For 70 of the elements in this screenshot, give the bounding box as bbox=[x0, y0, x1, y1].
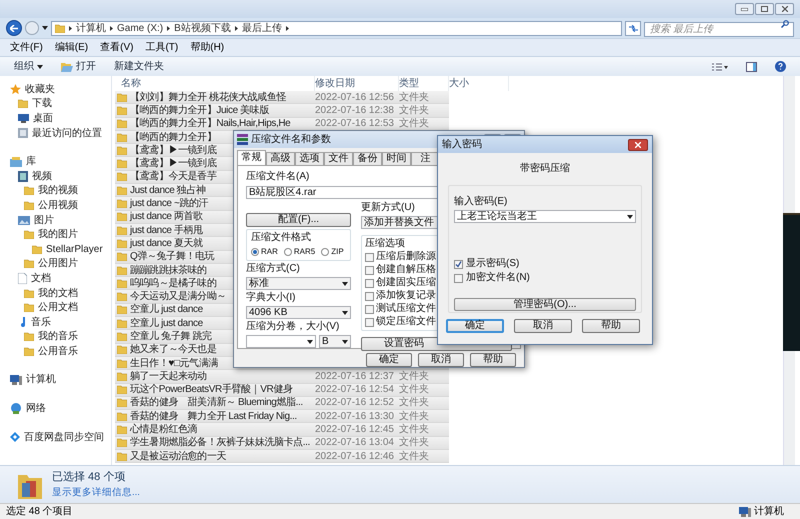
file-type: 文件夹 bbox=[399, 116, 430, 132]
file-name: 香菇的健身 甜美清新～ Blueming燃脂... bbox=[130, 396, 303, 410]
checkbox-label: 显示密码(S) bbox=[466, 258, 520, 270]
file-type: 文件夹 bbox=[399, 450, 430, 464]
modified-date: 2022-07-16 12:38 bbox=[315, 104, 395, 118]
checkbox-label: 压缩后删除源 bbox=[376, 251, 436, 263]
field-label: 压缩文件名(A) bbox=[246, 171, 310, 183]
checkbox-label: 加密文件名(N) bbox=[466, 272, 530, 284]
status-location: 计算机 bbox=[754, 504, 784, 519]
modified-date: 2022-07-16 12:52 bbox=[315, 396, 395, 410]
selection-summary: 已选择 48 个项 bbox=[52, 470, 126, 486]
file-type: 文件夹 bbox=[399, 382, 430, 396]
file-name: 又是被运动治愈的一天 bbox=[130, 450, 226, 464]
file-name: 【鸢鸢】▶一镜到底 bbox=[130, 144, 216, 158]
file-name: 她又来了～今天也是 bbox=[130, 342, 216, 358]
modified-date: 2022-07-16 12:46 bbox=[315, 450, 395, 464]
file-type: 文件夹 bbox=[399, 396, 430, 410]
field-label: 压缩为分卷，大小(V) bbox=[246, 321, 340, 333]
file-name: just dance 手柄甩 bbox=[130, 224, 203, 238]
checkbox-label: 创建固实压缩 bbox=[376, 277, 436, 289]
status-text: 选定 48 个项目 bbox=[6, 504, 73, 519]
file-type: 文件夹 bbox=[399, 104, 430, 118]
file-type: 文件夹 bbox=[399, 370, 430, 384]
file-name: 【哟西的舞力全开】Juice 美味版 bbox=[130, 104, 269, 118]
modified-date: 2022-07-16 12:56 bbox=[315, 90, 395, 105]
file-type: 文件夹 bbox=[399, 436, 430, 450]
file-name: 空童儿 just dance bbox=[130, 316, 203, 330]
modified-date: 2022-07-16 13:30 bbox=[315, 410, 395, 424]
field-label: 字典大小(I) bbox=[246, 292, 296, 304]
file-type: 文件夹 bbox=[399, 90, 430, 104]
file-name: 【哟西的舞力全开】Nails,Hair,Hips,He bbox=[130, 116, 290, 132]
file-name: 躺了一天起来动动 bbox=[130, 370, 207, 384]
file-name: just dance 两首歌 bbox=[130, 210, 203, 224]
checkbox-label: 测试压缩文件 bbox=[376, 303, 436, 315]
file-name: Q弹～兔子舞！电玩 bbox=[130, 250, 214, 264]
dialog-title: 输入密码 bbox=[442, 138, 482, 150]
modified-date: 2022-07-16 12:54 bbox=[315, 383, 395, 398]
modified-date: 2022-07-16 12:37 bbox=[315, 370, 395, 384]
file-name: 空童儿 兔子舞 跳完 bbox=[130, 330, 212, 344]
file-name: 【鸢鸢】今天是香芋 bbox=[130, 170, 216, 184]
file-type: 文件夹 bbox=[399, 422, 430, 436]
file-name: 蹦蹦跳跳抹茶味的 bbox=[130, 264, 207, 278]
field-label: 更新方式(U) bbox=[361, 202, 415, 214]
file-name: 【刘刘】舞力全开 桃花侠大战咸鱼怪 bbox=[130, 90, 286, 104]
file-name: Just dance 独占神 bbox=[130, 184, 206, 198]
field-label: 输入密码(E) bbox=[454, 196, 508, 208]
checkbox-label: 添加恢复记录 bbox=[376, 290, 436, 302]
file-name: 【哟西的舞力全开】 bbox=[130, 130, 216, 144]
file-name: 学生暑期燃脂必备！灰裤子妹妹洗脑卡点... bbox=[130, 436, 310, 450]
modified-date: 2022-07-16 12:53 bbox=[315, 117, 395, 132]
file-name: 心情是粉红色滴 bbox=[130, 422, 198, 436]
checkbox-label: 创建自解压格 bbox=[376, 264, 436, 276]
group-label: 压缩文件格式 bbox=[251, 232, 312, 244]
field-label: 压缩方式(C) bbox=[246, 263, 300, 275]
file-name: 玩这个PowerBeatsVR手臂酸｜VR健身 bbox=[130, 382, 292, 396]
checkbox-label: 锁定压缩文件 bbox=[376, 316, 436, 328]
dialog-title: 压缩文件名和参数 bbox=[251, 134, 331, 146]
dialog-subtitle: 带密码压缩 bbox=[519, 163, 571, 175]
file-type: 文件夹 bbox=[399, 410, 430, 424]
file-name: 香菇的健身 舞力全开 Last Friday Nig... bbox=[130, 410, 297, 424]
modified-date: 2022-07-16 12:45 bbox=[315, 423, 395, 438]
file-name: 呜呜呜～是橘子味的 bbox=[130, 276, 216, 290]
file-name: 【鸢鸢】▶一镜到底 bbox=[130, 156, 216, 170]
group-label: 压缩选项 bbox=[365, 238, 405, 250]
file-name: just dance ~跳的汗 bbox=[130, 196, 208, 211]
file-name: 空童儿 just dance bbox=[130, 302, 203, 318]
modified-date: 2022-07-16 13:04 bbox=[315, 436, 395, 450]
file-name: just dance 夏天就 bbox=[130, 236, 203, 250]
file-name: 生日作！♥□元气满满 bbox=[130, 356, 218, 370]
file-name: 今天运动又是满分呦～ bbox=[130, 290, 226, 304]
